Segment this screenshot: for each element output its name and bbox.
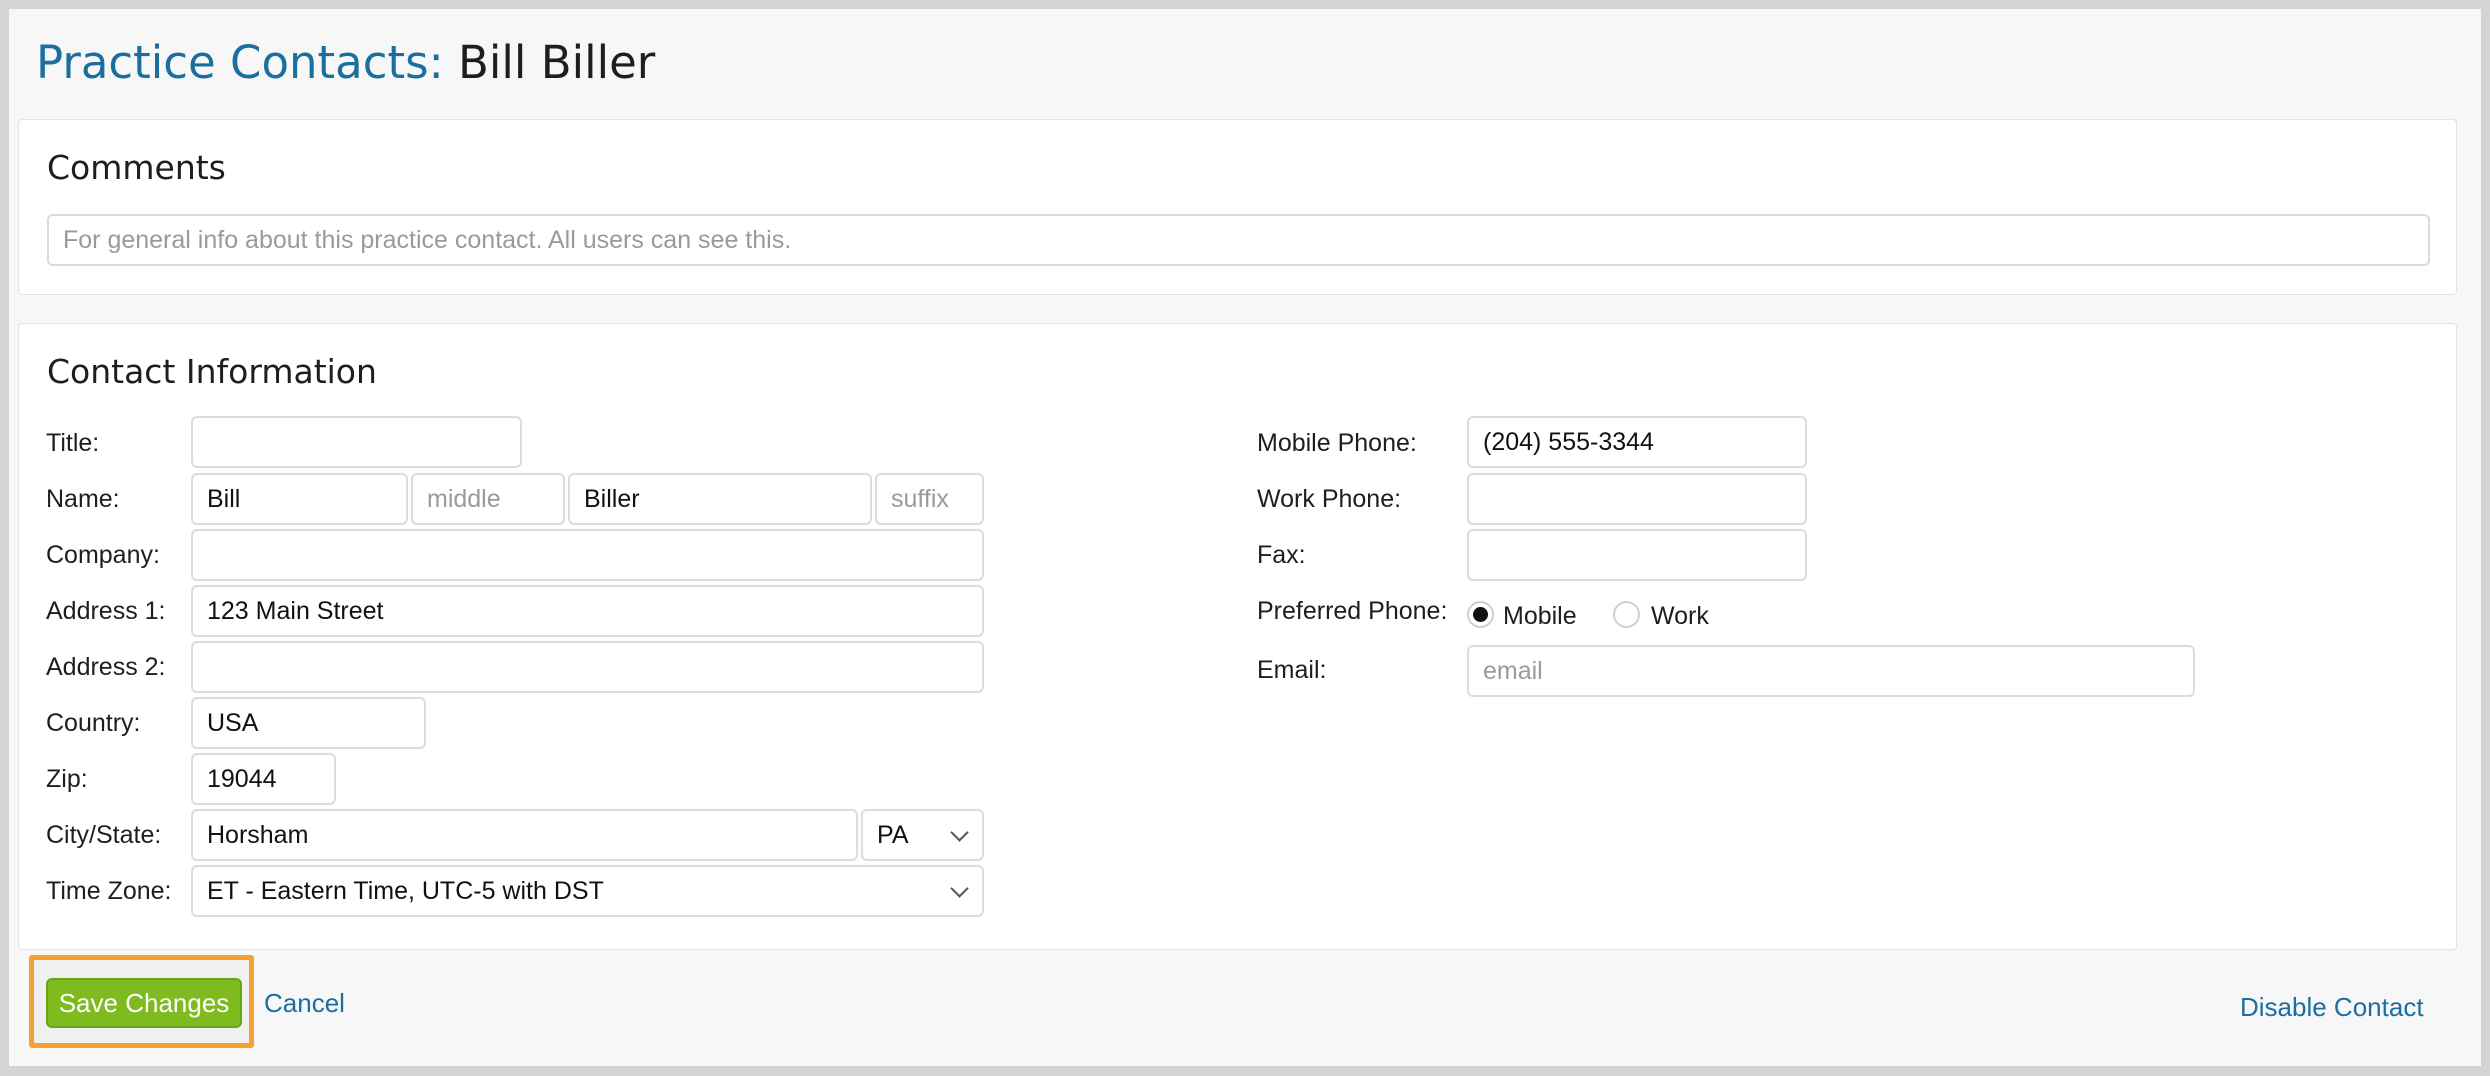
preferred-mobile-label[interactable]: Mobile — [1503, 602, 1577, 631]
first-name-input[interactable]: Bill — [191, 473, 408, 525]
state-value: PA — [877, 821, 909, 849]
address2-input[interactable] — [191, 641, 984, 693]
comments-heading: Comments — [47, 148, 226, 187]
country-input[interactable]: USA — [191, 697, 426, 749]
address1-input[interactable]: 123 Main Street — [191, 585, 984, 637]
company-label: Company: — [46, 541, 160, 569]
zip-input[interactable]: 19044 — [191, 753, 336, 805]
company-input[interactable] — [191, 529, 984, 581]
suffix-input[interactable]: suffix — [875, 473, 984, 525]
country-label: Country: — [46, 709, 141, 737]
work-phone-input[interactable] — [1467, 473, 1807, 525]
zip-label: Zip: — [46, 765, 88, 793]
email-input[interactable]: email — [1467, 645, 2195, 697]
page-title: Practice Contacts: Bill Biller — [36, 28, 655, 98]
fax-input[interactable] — [1467, 529, 1807, 581]
email-label: Email: — [1257, 656, 1327, 684]
title-input[interactable] — [191, 416, 522, 468]
name-label: Name: — [46, 485, 120, 513]
address1-label: Address 1: — [46, 597, 166, 625]
fax-label: Fax: — [1257, 541, 1306, 569]
preferred-work-radio[interactable] — [1613, 601, 1640, 628]
comments-panel: Comments For general info about this pra… — [18, 119, 2457, 295]
address2-label: Address 2: — [46, 653, 166, 681]
disable-contact-link[interactable]: Disable Contact — [2240, 992, 2424, 1023]
save-changes-button[interactable]: Save Changes — [46, 978, 242, 1028]
preferred-mobile-radio[interactable] — [1467, 601, 1494, 628]
city-input[interactable]: Horsham — [191, 809, 858, 861]
time-zone-select[interactable]: ET - Eastern Time, UTC-5 with DST — [191, 865, 984, 917]
state-select[interactable]: PA — [861, 809, 984, 861]
title-label: Title: — [46, 429, 100, 457]
contact-info-heading: Contact Information — [47, 352, 377, 391]
cancel-link[interactable]: Cancel — [264, 988, 345, 1019]
preferred-work-label[interactable]: Work — [1651, 602, 1709, 631]
preferred-phone-label: Preferred Phone: — [1257, 597, 1448, 625]
mobile-phone-input[interactable]: (204) 555-3344 — [1467, 416, 1807, 468]
breadcrumb: Practice Contacts: — [36, 36, 444, 89]
contact-name: Bill Biller — [458, 36, 656, 89]
work-phone-label: Work Phone: — [1257, 485, 1402, 513]
city-state-label: City/State: — [46, 821, 162, 849]
time-zone-value: ET - Eastern Time, UTC-5 with DST — [207, 877, 604, 905]
time-zone-label: Time Zone: — [46, 877, 172, 905]
comments-input[interactable]: For general info about this practice con… — [47, 214, 2430, 266]
middle-name-input[interactable]: middle — [411, 473, 565, 525]
mobile-phone-label: Mobile Phone: — [1257, 429, 1417, 457]
last-name-input[interactable]: Biller — [568, 473, 872, 525]
